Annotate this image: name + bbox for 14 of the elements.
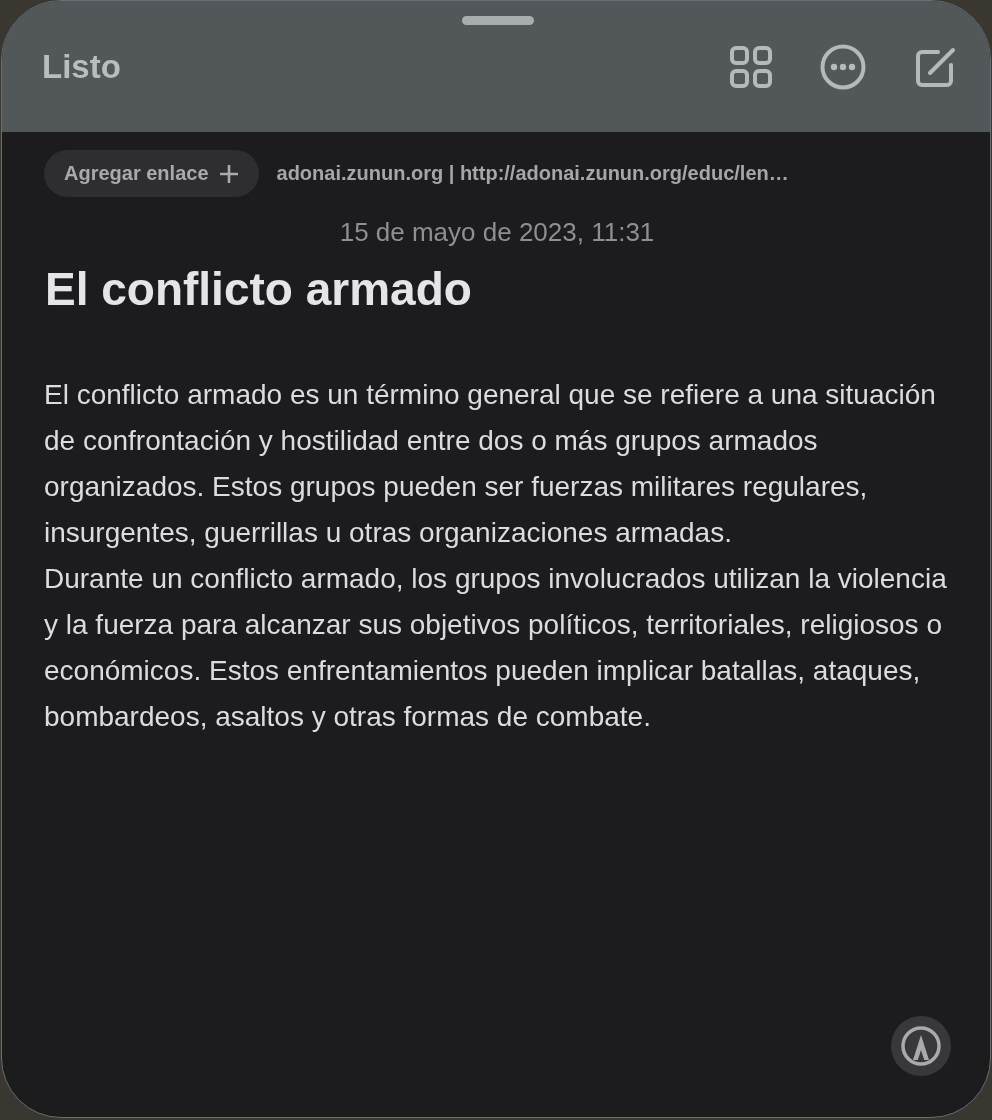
grid-button[interactable] xyxy=(730,45,772,88)
link-text[interactable]: adonai.zunun.org | http://adonai.zunun.org/educ/len… xyxy=(276,162,789,185)
note-date: 15 de mayo de 2023, 11:31 xyxy=(338,217,656,248)
pen-tip-icon xyxy=(900,1025,942,1067)
paragraph: Durante un conflicto armado, los grupos involucrados utilizan la violencia y la fuerza para alcanzar sus objetivos políticos, territoriales, religiosos o económicos. Estos enfrentamientos pueden implicar batallas, ataques, bombardeos, asaltos y otras formas de combate. xyxy=(44,562,948,734)
note-title: El conflicto armado xyxy=(45,262,473,316)
plus-icon xyxy=(218,163,239,184)
drag-handle[interactable] xyxy=(462,16,534,25)
done-button[interactable]: Listo xyxy=(42,47,121,86)
paragraph: El conflicto armado es un término general que se refiere a una situación de confrontación y hostilidad entre dos o más grupos armados organizados. Estos grupos pueden ser fuerzas militares regulares, insurgentes, guerrillas u otras organizaciones armadas. xyxy=(44,378,937,550)
more-button[interactable] xyxy=(820,43,866,90)
grid-icon xyxy=(730,45,772,88)
add-link-button[interactable]: Agregar enlace xyxy=(44,150,259,197)
more-icon xyxy=(820,43,866,90)
